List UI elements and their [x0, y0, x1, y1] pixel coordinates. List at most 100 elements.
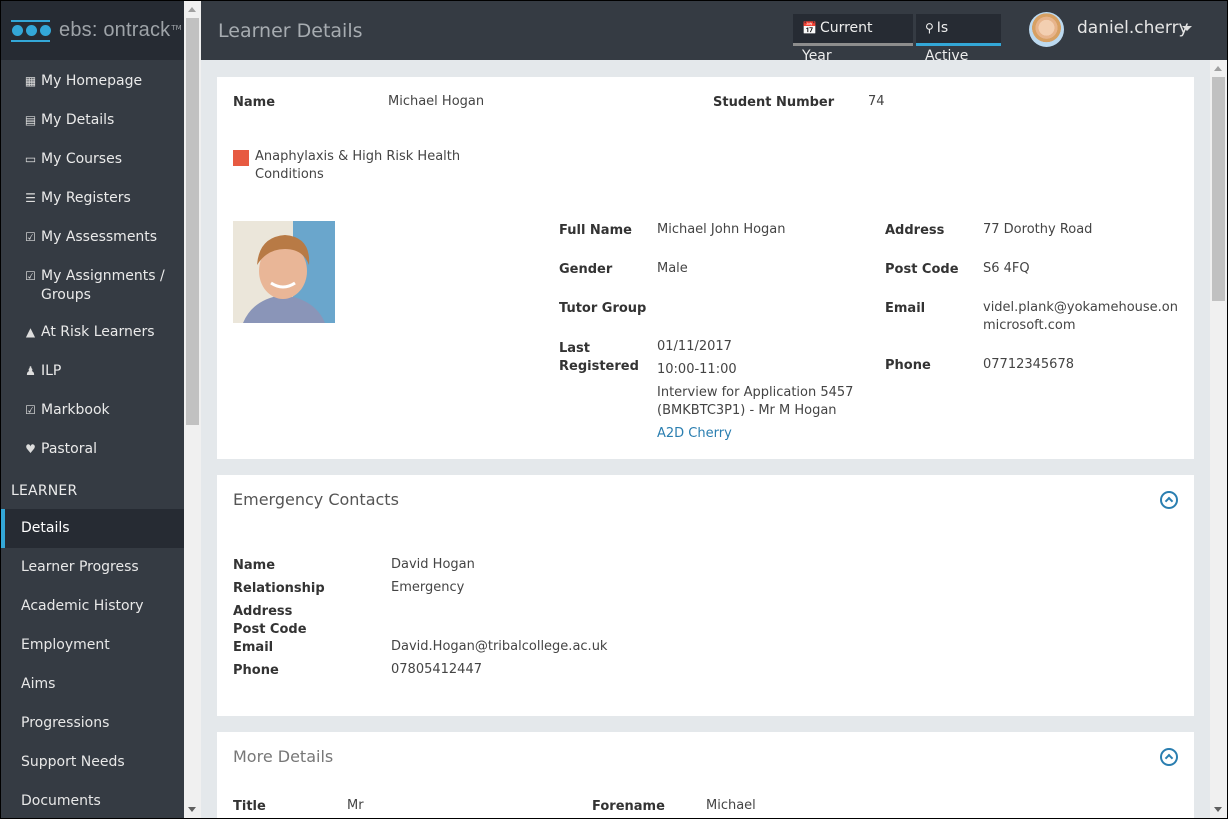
- more-details-title: More Details: [233, 747, 334, 766]
- last-registered-event: Interview for Application 5457 (BMKBTC3P…: [657, 385, 854, 418]
- address-label: Address: [885, 223, 945, 238]
- full-name-label: Full Name: [559, 223, 632, 238]
- main-content: Name Michael Hogan Student Number 74 Ana…: [201, 60, 1210, 818]
- sidebar-item-label: My Homepage: [41, 73, 143, 89]
- sidebar-item-label: My Courses: [41, 151, 122, 167]
- md-title-label: Title: [233, 799, 266, 814]
- user-check-icon: ♟: [25, 364, 36, 378]
- clipboard-icon: ☑: [25, 403, 36, 417]
- sidebar-item-learner-progress[interactable]: Learner Progress: [1, 548, 184, 587]
- heart-icon: ♥: [25, 442, 36, 456]
- name-value: Michael Hogan: [388, 94, 485, 109]
- chevron-up-circle-icon[interactable]: [1160, 491, 1178, 509]
- checkbox-icon: ☑: [25, 230, 36, 244]
- ec-address-label: Address: [233, 604, 293, 619]
- sidebar-item-label: At Risk Learners: [41, 324, 155, 340]
- student-number-value: 74: [868, 94, 885, 109]
- scrollbar-thumb[interactable]: [186, 18, 199, 425]
- sidebar-item-label: Markbook: [41, 402, 110, 418]
- md-title-value: Mr: [347, 798, 364, 813]
- learner-nav: Details Learner Progress Academic Histor…: [1, 509, 184, 818]
- sidebar-scrollbar[interactable]: [184, 1, 201, 818]
- sidebar-item-my-registers[interactable]: ☰ My Registers: [1, 179, 184, 218]
- chevron-down-icon[interactable]: [1182, 26, 1192, 31]
- gender-label: Gender: [559, 262, 613, 277]
- address-value: 77 Dorothy Road: [983, 222, 1093, 237]
- warning-icon: ▲: [25, 325, 36, 339]
- logo-trademark: TM: [171, 23, 182, 32]
- email-label: Email: [885, 301, 926, 316]
- sidebar-item-ilp[interactable]: ♟ ILP: [1, 352, 184, 391]
- emergency-contacts-card: Emergency Contacts Name David Hogan Rela…: [217, 475, 1194, 716]
- phone-label: Phone: [885, 358, 931, 373]
- main-scrollbar[interactable]: [1210, 60, 1227, 818]
- ec-email-value: David.Hogan@tribalcollege.ac.uk: [391, 639, 608, 654]
- sidebar-item-my-homepage[interactable]: ▦ My Homepage: [1, 62, 184, 101]
- sidebar-item-documents[interactable]: Documents: [1, 782, 184, 818]
- top-header: Learner Details 📅 Current Year ⚲ Is Active…: [201, 1, 1227, 64]
- sidebar-item-details[interactable]: Details: [1, 509, 184, 548]
- logo-text: ebs: ontrack: [59, 19, 171, 41]
- sidebar-item-label: ILP: [41, 363, 62, 379]
- current-year-filter-button[interactable]: 📅 Current Year: [793, 14, 913, 64]
- sidebar-item-academic-history[interactable]: Academic History: [1, 587, 184, 626]
- last-registered-time: 10:00-11:00: [657, 362, 737, 377]
- scrollbar-thumb[interactable]: [1212, 77, 1225, 301]
- phone-value: 07712345678: [983, 357, 1074, 372]
- full-name-value: Michael John Hogan: [657, 222, 786, 237]
- ec-name-value: David Hogan: [391, 557, 475, 572]
- ec-post-code-label: Post Code: [233, 622, 307, 637]
- md-forename-label: Forename: [592, 799, 665, 814]
- last-registered-label: Last Registered: [559, 341, 639, 374]
- sidebar-item-pastoral[interactable]: ♥ Pastoral: [1, 430, 184, 469]
- ec-name-label: Name: [233, 558, 276, 573]
- scroll-up-arrow-icon[interactable]: [188, 7, 196, 12]
- sidebar-item-at-risk-learners[interactable]: ▲ At Risk Learners: [1, 313, 184, 352]
- emergency-contacts-title: Emergency Contacts: [233, 490, 399, 509]
- section-label-learner: LEARNER: [11, 483, 78, 499]
- is-active-filter-button[interactable]: ⚲ Is Active: [916, 14, 1001, 64]
- ec-relationship-label: Relationship: [233, 581, 325, 596]
- main-nav: ▦ My Homepage ▤ My Details ▭ My Courses …: [1, 60, 184, 469]
- sidebar-item-my-assignments[interactable]: ☑ My Assignments / Groups: [1, 257, 184, 313]
- sidebar-item-label: My Assessments: [41, 229, 158, 245]
- chevron-up-circle-icon[interactable]: [1160, 748, 1178, 766]
- id-card-icon: ▤: [24, 113, 37, 127]
- last-registered-link[interactable]: A2D Cherry: [657, 425, 732, 443]
- post-code-label: Post Code: [885, 262, 959, 277]
- scroll-down-arrow-icon[interactable]: [1214, 807, 1222, 812]
- user-avatar[interactable]: [1029, 12, 1064, 47]
- sidebar-item-label: Pastoral: [41, 441, 97, 457]
- scroll-down-arrow-icon[interactable]: [188, 807, 196, 812]
- logo[interactable]: ebs: ontrack TM: [1, 1, 184, 60]
- sidebar-item-employment[interactable]: Employment: [1, 626, 184, 665]
- page-title: Learner Details: [218, 20, 363, 42]
- app-window: ebs: ontrack TM ▦ My Homepage ▤ My Detai…: [1, 1, 1227, 818]
- ec-email-label: Email: [233, 640, 274, 655]
- sidebar-item-my-assessments[interactable]: ☑ My Assessments: [1, 218, 184, 257]
- sidebar-item-label: My Details: [41, 112, 115, 128]
- user-menu-name[interactable]: daniel.cherry: [1077, 18, 1189, 38]
- more-details-card: More Details Title Mr Forename Michael: [217, 732, 1194, 818]
- sidebar-item-my-details[interactable]: ▤ My Details: [1, 101, 184, 140]
- sidebar-item-markbook[interactable]: ☑ Markbook: [1, 391, 184, 430]
- health-alert-text: Anaphylaxis & High Risk Health Condition…: [255, 149, 461, 182]
- tutor-group-label: Tutor Group: [559, 301, 647, 316]
- list-icon: ☰: [25, 191, 36, 205]
- sidebar-item-my-courses[interactable]: ▭ My Courses: [1, 140, 184, 179]
- gender-value: Male: [657, 261, 688, 276]
- sidebar-item-support-needs[interactable]: Support Needs: [1, 743, 184, 782]
- checkbox-icon: ☑: [25, 269, 36, 283]
- scroll-up-arrow-icon[interactable]: [1214, 66, 1222, 71]
- ec-relationship-value: Emergency: [391, 580, 465, 595]
- book-icon: ▭: [24, 152, 37, 166]
- ec-phone-value: 07805412447: [391, 662, 482, 677]
- logo-mark-icon: [11, 19, 51, 42]
- ec-phone-label: Phone: [233, 663, 279, 678]
- post-code-value: S6 4FQ: [983, 261, 1030, 276]
- lightbulb-icon: ⚲: [925, 21, 934, 35]
- sidebar-item-aims[interactable]: Aims: [1, 665, 184, 704]
- sidebar-item-progressions[interactable]: Progressions: [1, 704, 184, 743]
- sidebar-item-label: My Registers: [41, 190, 131, 206]
- calendar-icon: 📅: [802, 21, 817, 35]
